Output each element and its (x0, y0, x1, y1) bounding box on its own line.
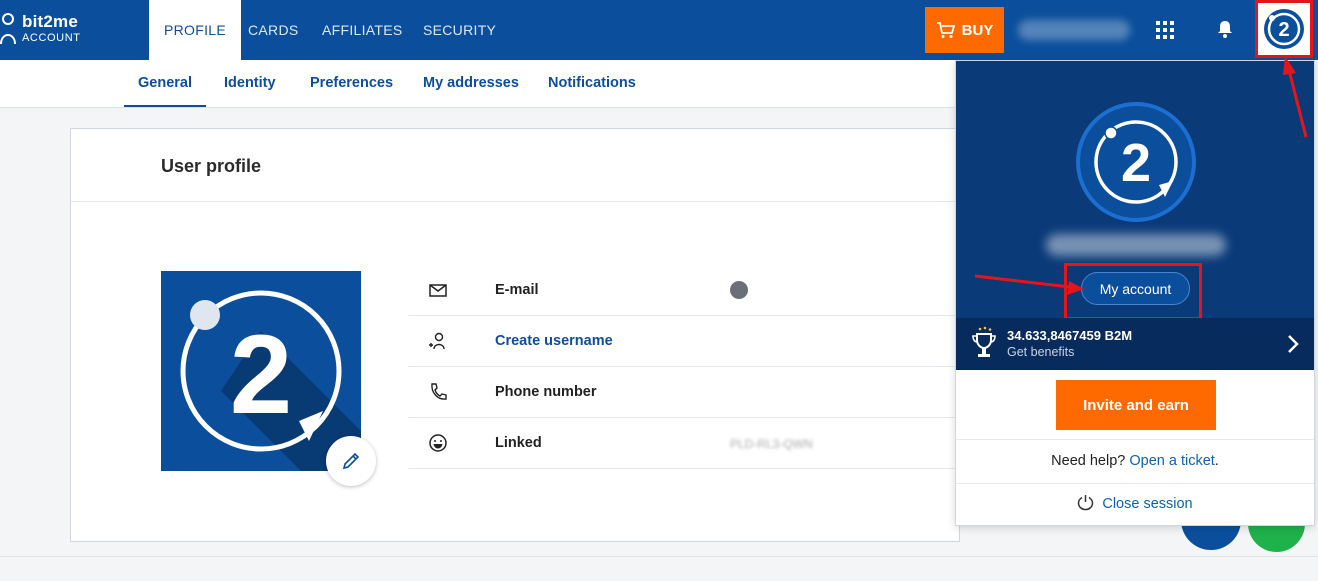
linked-value: PLD-RL3-QWN (730, 437, 813, 451)
subtab-notifications[interactable]: Notifications (548, 60, 636, 107)
apps-grid-icon[interactable] (1156, 21, 1174, 39)
linked-label: Linked (495, 435, 542, 451)
profile-picture: 2 (161, 271, 361, 471)
get-benefits-text: Get benefits (1007, 345, 1075, 359)
tab-profile[interactable]: PROFILE (149, 0, 242, 60)
my-account-button[interactable]: My account (1081, 272, 1190, 305)
svg-text:2: 2 (1121, 133, 1151, 193)
points-row[interactable]: 34.633,8467459 B2M Get benefits (956, 318, 1314, 370)
user-profile-card: User profile 2 E-mail Create username Ph… (70, 128, 968, 542)
brand-sub: ACCOUNT (22, 32, 81, 44)
phone-label: Phone number (495, 384, 597, 400)
tab-cards[interactable]: CARDS (248, 0, 299, 60)
bit2me-profile-logo-icon: 2 (180, 290, 361, 471)
subtab-my-addresses[interactable]: My addresses (423, 60, 519, 107)
page-title: User profile (161, 156, 262, 176)
trophy-icon (972, 326, 996, 357)
add-user-icon (429, 332, 445, 350)
sub-navigation: General Identity Preferences My addresse… (0, 60, 955, 108)
invite-and-earn-button[interactable]: Invite and earn (1056, 380, 1216, 430)
chevron-right-icon (1288, 335, 1299, 353)
tab-security[interactable]: SECURITY (423, 0, 496, 60)
subtab-preferences[interactable]: Preferences (310, 60, 393, 107)
email-label: E-mail (495, 282, 539, 298)
account-dropdown: 2 My account 34.633,8467459 B2M Get bene… (955, 60, 1315, 526)
bottom-bar (0, 556, 1318, 581)
bit2me-large-logo-icon: 2 (1076, 102, 1196, 222)
mail-icon (429, 284, 447, 297)
bit2me-logo[interactable]: bit2me ACCOUNT (0, 10, 120, 50)
svg-text:2: 2 (230, 312, 292, 437)
help-text: Need help? (1051, 453, 1126, 469)
cart-icon (936, 22, 955, 38)
power-icon (1078, 495, 1094, 511)
divider (956, 439, 1314, 440)
verified-check-icon (730, 281, 748, 299)
divider (71, 201, 959, 202)
buy-label: BUY (961, 21, 994, 39)
close-session-label: Close session (1102, 496, 1193, 512)
subtab-identity[interactable]: Identity (224, 60, 276, 107)
phone-icon (431, 383, 447, 400)
username-row: Create username (408, 316, 968, 367)
tab-affiliates[interactable]: AFFILIATES (322, 0, 403, 60)
edit-avatar-button[interactable] (326, 436, 376, 486)
blurred-user-name (1046, 234, 1226, 256)
linked-row: Linked PLD-RL3-QWN (408, 418, 968, 469)
pencil-icon (342, 452, 360, 470)
brand-name: bit2me (22, 12, 78, 31)
bell-icon[interactable] (1216, 19, 1234, 39)
smile-icon (429, 434, 447, 452)
points-value: 34.633,8467459 B2M (1007, 328, 1133, 343)
email-row: E-mail (408, 265, 968, 316)
user-avatar-button[interactable]: 2 (1255, 0, 1313, 58)
dropdown-header: 2 My account (956, 61, 1314, 320)
create-username-link[interactable]: Create username (495, 333, 613, 349)
help-end: . (1214, 453, 1219, 469)
svg-text:2: 2 (1278, 19, 1289, 41)
blurred-user-info (1018, 20, 1130, 40)
close-session-button[interactable]: Close session (956, 494, 1314, 512)
subtab-general[interactable]: General (124, 60, 206, 107)
buy-button[interactable]: BUY (925, 7, 1004, 53)
help-line: Need help? Open a ticket. (956, 453, 1314, 469)
phone-row: Phone number (408, 367, 968, 418)
divider (956, 483, 1314, 484)
top-navbar: bit2me ACCOUNT PROFILE CARDS AFFILIATES … (0, 0, 1318, 60)
open-ticket-link[interactable]: Open a ticket (1129, 453, 1214, 469)
bit2me-avatar-icon: 2 (1264, 9, 1304, 49)
person-logo-icon (0, 13, 16, 45)
